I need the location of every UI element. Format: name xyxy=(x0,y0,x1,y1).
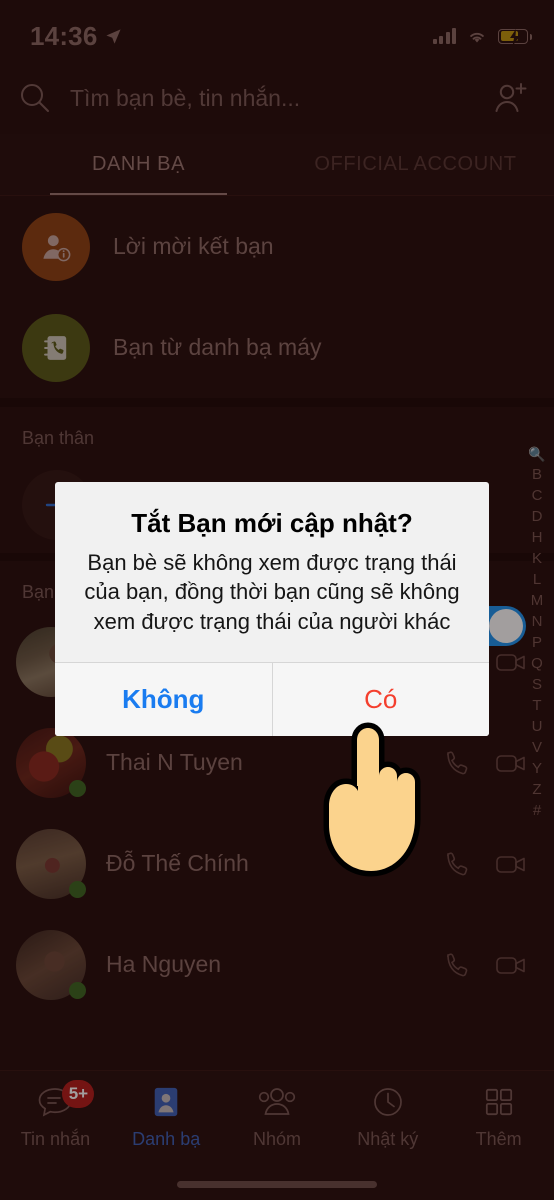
dialog-message: Bạn bè sẽ không xem được trạng thái của … xyxy=(84,550,460,634)
cancel-button[interactable]: Không xyxy=(55,662,272,736)
confirm-button[interactable]: Có xyxy=(271,662,489,736)
dialog-body: Tắt Bạn mới cập nhật? Bạn bè sẽ không xe… xyxy=(55,482,489,662)
confirm-dialog: Tắt Bạn mới cập nhật? Bạn bè sẽ không xe… xyxy=(55,482,489,736)
phone-screen: 14:36 Tìm bạn bè, tin nhắn... DANH BẠ OF… xyxy=(0,0,554,1200)
dialog-title: Tắt Bạn mới cập nhật? xyxy=(131,508,413,538)
dialog-actions: Không Có xyxy=(55,661,489,736)
